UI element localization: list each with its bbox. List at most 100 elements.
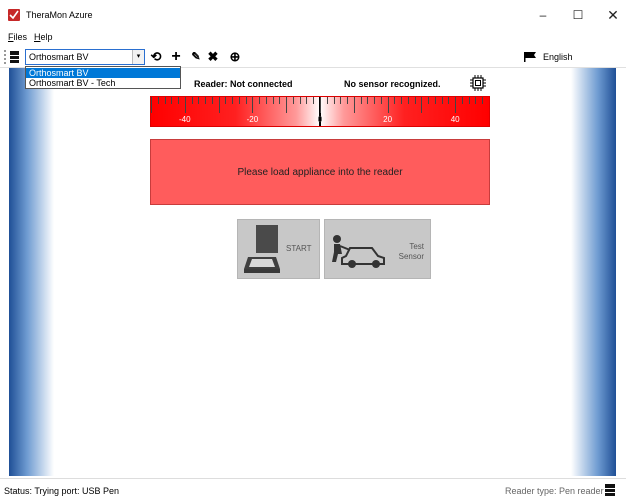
gauge-tick <box>421 97 423 113</box>
toolbar: Orthosmart BV ▾ ⟲ + ✎ ✖ ⊕ English <box>0 46 626 68</box>
gauge-tick <box>468 97 470 104</box>
edit-icon[interactable]: ✎ <box>188 49 204 65</box>
gauge-tick <box>198 97 200 104</box>
gauge-tick <box>428 97 430 104</box>
gauge-tick <box>171 97 173 104</box>
gauge-tick <box>340 97 342 104</box>
gauge-tick <box>374 97 376 104</box>
gauge-tick <box>218 97 220 113</box>
reader-device-icon <box>10 51 19 63</box>
language-selector[interactable]: English <box>543 52 573 62</box>
gauge-tick <box>306 97 308 104</box>
status-bar: Status: Trying port: USB Pen Reader type… <box>0 478 626 500</box>
gauge-tick <box>414 97 416 104</box>
close-button[interactable]: ✕ <box>598 5 626 25</box>
pen-reader-icon <box>605 484 615 496</box>
gauge-tick <box>333 97 335 104</box>
gauge-tick <box>225 97 227 104</box>
gauge-tick <box>475 97 477 104</box>
gauge-tick <box>455 97 457 113</box>
gauge-tick <box>259 97 261 104</box>
gauge-label: -20 <box>246 115 259 124</box>
gauge-tick <box>360 97 362 104</box>
gauge-tick <box>272 97 274 104</box>
gauge-tick <box>326 97 328 104</box>
gauge-tick <box>461 97 463 104</box>
test-label-line1: Test <box>409 242 424 251</box>
gauge-tick <box>380 97 382 104</box>
gauge-tick <box>245 97 247 104</box>
gauge-tick <box>265 97 267 104</box>
gauge-tick <box>482 97 484 104</box>
dropdown-option[interactable]: Orthosmart BV <box>26 68 180 78</box>
menu-help-label: elp <box>40 32 53 42</box>
gauge-tick <box>279 97 281 104</box>
gauge-tick <box>387 97 389 113</box>
scanner-icon <box>244 225 280 273</box>
message-panel: Please load appliance into the reader <box>150 139 490 205</box>
chevron-down-icon[interactable]: ▾ <box>132 50 144 64</box>
add-icon[interactable]: + <box>168 49 184 65</box>
message-text: Please load appliance into the reader <box>237 167 403 178</box>
gauge-tick <box>448 97 450 104</box>
gauge-tick <box>184 97 186 113</box>
delete-icon[interactable]: ✖ <box>205 49 221 65</box>
gauge-tick <box>151 97 152 113</box>
gauge-tick <box>164 97 166 104</box>
gauge-label: 20 <box>383 115 393 124</box>
profile-dropdown-list: Orthosmart BV Orthosmart BV - Tech <box>25 66 181 89</box>
gauge-tick <box>407 97 409 104</box>
profile-select[interactable]: Orthosmart BV ▾ <box>25 49 145 65</box>
flag-icon[interactable] <box>524 52 536 62</box>
reader-type-text: Reader type: Pen reader <box>505 486 604 496</box>
gauge-tick <box>205 97 207 104</box>
gauge-tick <box>353 97 355 113</box>
test-sensor-label: Test Sensor <box>399 242 424 262</box>
chip-icon[interactable] <box>470 75 486 91</box>
gauge-tick <box>394 97 396 104</box>
gauge-tick <box>299 97 301 104</box>
gauge-tick <box>367 97 369 104</box>
gauge-label: -40 <box>179 115 191 124</box>
gauge-tick <box>401 97 403 104</box>
toolbar-grip[interactable] <box>4 50 6 64</box>
test-label-line2: Sensor <box>398 252 424 261</box>
gauge-tick <box>232 97 234 104</box>
gauge-tick <box>313 97 315 104</box>
gauge-tick <box>238 97 240 104</box>
maximize-button[interactable]: ☐ <box>563 5 593 25</box>
car-mechanic-icon <box>332 235 385 268</box>
gauge-label: 0 <box>317 115 323 124</box>
minimize-button[interactable]: – <box>528 5 558 25</box>
gauge-tick <box>347 97 349 104</box>
reader-status-text: Reader: Not connected <box>194 79 293 89</box>
gauge-tick <box>441 97 443 104</box>
status-text: Status: Trying port: USB Pen <box>4 486 120 496</box>
gauge-tick <box>252 97 254 113</box>
deviation-gauge: -40 -20 0 20 40 <box>150 96 490 127</box>
gauge-tick <box>286 97 288 113</box>
refresh-icon[interactable]: ⟲ <box>148 49 164 65</box>
start-button[interactable]: START <box>237 219 320 279</box>
gauge-tick <box>489 97 490 113</box>
menu-bar: Files Help <box>0 30 626 46</box>
globe-icon[interactable]: ⊕ <box>227 49 243 65</box>
test-sensor-button[interactable]: Test Sensor <box>324 219 431 279</box>
menu-files-label: iles <box>13 32 28 42</box>
dropdown-option[interactable]: Orthosmart BV - Tech <box>26 78 180 88</box>
menu-files[interactable]: Files <box>8 32 27 42</box>
gauge-tick <box>292 97 294 104</box>
profile-select-value: Orthosmart BV <box>29 52 89 62</box>
gauge-tick <box>434 97 436 104</box>
gauge-label: 40 <box>450 115 460 124</box>
gauge-tick <box>211 97 213 104</box>
app-logo-icon <box>8 9 20 21</box>
title-bar: TheraMon Azure – ☐ ✕ <box>0 0 626 30</box>
window-title: TheraMon Azure <box>26 10 93 20</box>
gauge-tick <box>157 97 159 104</box>
sensor-status-text: No sensor recognized. <box>344 79 441 89</box>
start-label: START <box>286 244 312 253</box>
menu-help[interactable]: Help <box>34 32 53 42</box>
gauge-tick <box>178 97 180 104</box>
gauge-tick <box>320 97 321 113</box>
